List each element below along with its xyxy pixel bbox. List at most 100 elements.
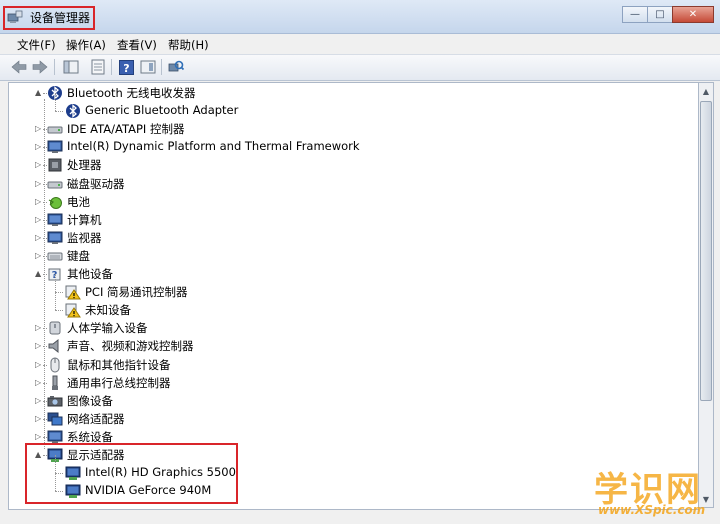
scroll-up-icon[interactable]: ▲: [699, 83, 713, 99]
tree-connector: [55, 93, 56, 112]
tree-category-item[interactable]: ▷ 监视器: [9, 229, 689, 247]
toolbar-separator: [111, 59, 112, 75]
minimize-button[interactable]: —: [622, 6, 648, 23]
tree-item-label: 网络适配器: [67, 411, 125, 426]
title-highlight-box: [3, 6, 95, 30]
tree-category-item[interactable]: ▷ Intel(R) Dynamic Platform and Thermal F…: [9, 138, 689, 156]
help-icon[interactable]: ?: [118, 59, 135, 75]
speaker-icon: [48, 339, 59, 354]
title-bar[interactable]: 设备管理器 — □ ✕: [0, 0, 720, 34]
disk-icon: [47, 126, 63, 134]
expand-arrow-icon[interactable]: ▷: [35, 378, 41, 387]
disk-icon: [47, 181, 63, 188]
tree-item-label: IDE ATA/ATAPI 控制器: [67, 122, 185, 137]
collapse-arrow-icon[interactable]: ▲: [35, 269, 41, 278]
expand-arrow-icon[interactable]: ▷: [35, 251, 41, 260]
tree-connector: [55, 310, 63, 312]
expand-arrow-icon[interactable]: ▷: [35, 233, 41, 242]
tree-item-label: 键盘: [67, 248, 90, 263]
expand-arrow-icon[interactable]: ▷: [35, 360, 41, 369]
monitor-icon: [47, 231, 63, 244]
tree-category-item[interactable]: ▷ 电池: [9, 193, 689, 211]
menu-help[interactable]: 帮助(H): [168, 37, 209, 53]
tree-item-label: 鼠标和其他指针设备: [67, 357, 171, 372]
tree-category-item[interactable]: ▷ 处理器: [9, 156, 689, 174]
tree-item-label: 电池: [67, 194, 90, 209]
expand-arrow-icon[interactable]: ▷: [35, 179, 41, 188]
hid-icon: [49, 321, 61, 335]
tree-connector: [55, 292, 63, 294]
tree-category-item[interactable]: ▷ 图像设备: [9, 392, 689, 410]
cpu-icon: [48, 158, 62, 172]
tree-item-label: 声音、视频和游戏控制器: [67, 339, 194, 354]
tree-item-label: 图像设备: [67, 393, 113, 408]
window-controls: — □ ✕: [622, 6, 714, 23]
view-pane-icon[interactable]: [139, 59, 156, 75]
usb-icon: [52, 375, 58, 390]
tree-item-label: 监视器: [67, 230, 102, 245]
menu-file[interactable]: 文件(F): [17, 37, 56, 53]
expand-arrow-icon[interactable]: ▷: [35, 215, 41, 224]
scan-hardware-icon[interactable]: [167, 59, 184, 75]
expand-arrow-icon[interactable]: ▷: [35, 124, 41, 133]
tree-category-item[interactable]: ▷ 计算机: [9, 211, 689, 229]
tree-category-item[interactable]: ▷ 键盘: [9, 247, 689, 265]
expand-arrow-icon[interactable]: ▷: [35, 142, 41, 151]
tree-item-label: Generic Bluetooth Adapter: [85, 103, 239, 118]
tree-category-item[interactable]: ▷ IDE ATA/ATAPI 控制器: [9, 120, 689, 138]
expand-arrow-icon[interactable]: ▷: [35, 414, 41, 423]
tree-category-item[interactable]: ▷ 网络适配器: [9, 410, 689, 428]
back-arrow-icon[interactable]: [10, 59, 27, 75]
tree-connector: [55, 274, 56, 293]
properties-sheet-icon[interactable]: [89, 59, 106, 75]
tree-category-item[interactable]: ▲? 其他设备: [9, 265, 689, 283]
console-tree-icon[interactable]: [62, 59, 79, 75]
close-button[interactable]: ✕: [672, 6, 714, 23]
tree-connector: [55, 111, 63, 113]
display-adapter-highlight-box: [25, 443, 238, 504]
tree-item-label: 计算机: [67, 212, 102, 227]
tree-item-label: 其他设备: [67, 267, 113, 281]
mouse-icon: [50, 357, 60, 372]
expand-arrow-icon[interactable]: ▷: [35, 160, 41, 169]
tree-child-item[interactable]: Generic Bluetooth Adapter: [9, 93, 689, 120]
tree-category-item[interactable]: ▷ 磁盘驱动器: [9, 175, 689, 193]
tree-item-label: 未知设备: [85, 303, 131, 318]
monitor-icon: [47, 213, 63, 226]
tree-item-label: PCI 简易通讯控制器: [85, 285, 188, 300]
warning-device-icon: [65, 303, 81, 318]
expand-arrow-icon[interactable]: ▷: [35, 197, 41, 206]
tree-category-item[interactable]: ▷ 人体学输入设备: [9, 319, 689, 337]
vertical-scrollbar[interactable]: ▲ ▼: [698, 82, 714, 508]
toolbar-separator: [161, 59, 162, 75]
collapse-arrow-icon[interactable]: ▲: [35, 88, 41, 97]
tree-child-item[interactable]: 未知设备: [9, 292, 689, 319]
keyboard-icon: [47, 252, 63, 261]
expand-arrow-icon[interactable]: ▷: [35, 432, 41, 441]
expand-arrow-icon[interactable]: ▷: [35, 323, 41, 332]
expand-arrow-icon[interactable]: ▷: [35, 396, 41, 405]
menu-action[interactable]: 操作(A): [66, 37, 106, 53]
toolbar-separator: [54, 59, 55, 75]
maximize-button[interactable]: □: [647, 6, 673, 23]
tree-item-label: 人体学输入设备: [67, 321, 148, 336]
tree-child-item[interactable]: PCI 简易通讯控制器: [9, 274, 689, 301]
menu-bar: 文件(F) 操作(A) 查看(V) 帮助(H): [0, 34, 720, 54]
monitor-icon: [47, 140, 63, 154]
menu-view[interactable]: 查看(V): [117, 37, 157, 53]
tree-item-label: Bluetooth 无线电收发器: [67, 86, 196, 100]
tree-item-label: 处理器: [67, 158, 102, 173]
battery-icon: [48, 196, 62, 209]
device-manager-window: 设备管理器 — □ ✕ 文件(F) 操作(A) 查看(V) 帮助(H) ? ▲ …: [0, 0, 720, 524]
scroll-thumb[interactable]: [700, 101, 712, 401]
network-icon: [47, 412, 63, 426]
tree-category-item[interactable]: ▲ Bluetooth 无线电收发器: [9, 84, 689, 102]
expand-arrow-icon[interactable]: ▷: [35, 341, 41, 350]
tree-category-item[interactable]: ▷ 通用串行总线控制器: [9, 374, 689, 392]
tree-connector: [55, 292, 56, 311]
watermark-url: www.XSpic.com: [598, 503, 706, 517]
tree-category-item[interactable]: ▷ 鼠标和其他指针设备: [9, 356, 689, 374]
tree-item-label: 通用串行总线控制器: [67, 375, 171, 390]
forward-arrow-icon[interactable]: [31, 59, 48, 75]
tree-category-item[interactable]: ▷ 声音、视频和游戏控制器: [9, 337, 689, 355]
